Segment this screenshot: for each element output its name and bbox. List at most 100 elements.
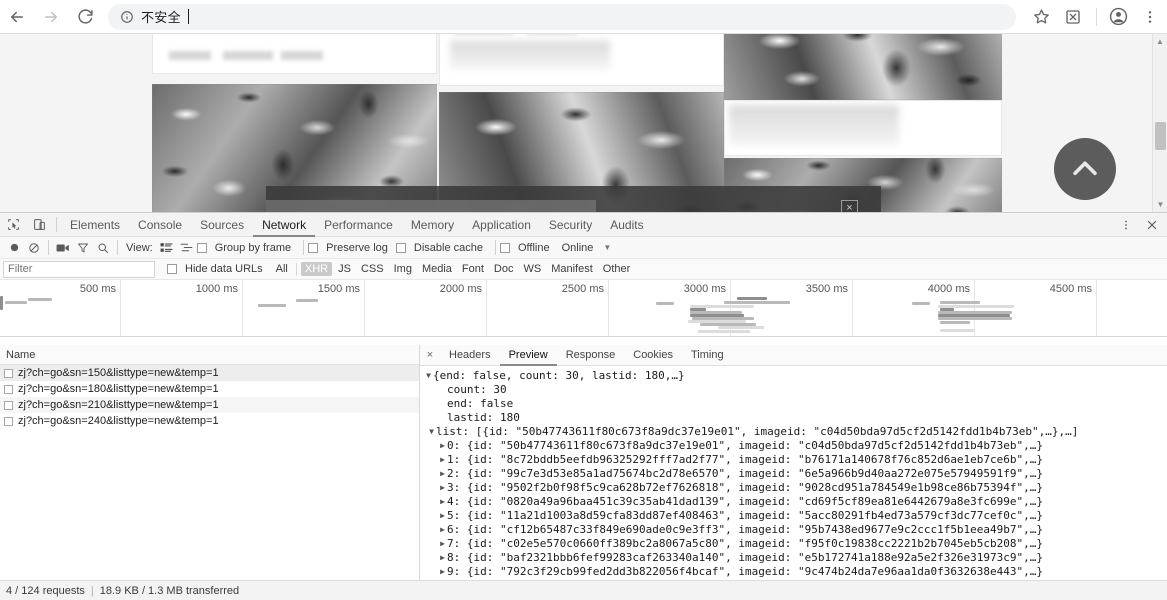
reload-button[interactable]	[68, 0, 102, 34]
page-scrollbar[interactable]: ▲ ▼	[1152, 34, 1167, 212]
row-checkbox[interactable]	[4, 416, 13, 426]
address-bar[interactable]: 不安全	[108, 3, 1016, 30]
filter-type-js[interactable]: JS	[334, 262, 355, 276]
bookmark-star-icon[interactable]	[1026, 2, 1056, 32]
table-row[interactable]: zj?ch=go&sn=210&listtype=new&temp=1	[0, 397, 419, 413]
devtools-tab-sources[interactable]: Sources	[191, 213, 253, 237]
json-row[interactable]: {end: false, count: 30, lastid: 180,…}	[424, 369, 1167, 383]
json-row[interactable]: 2: {id: "99c7e3d53e85a1ad75674bc2d78e657…	[424, 467, 1167, 481]
offline-checkbox[interactable]: Offline	[499, 242, 554, 254]
scroll-down-arrow-icon[interactable]: ▼	[1153, 197, 1167, 212]
hide-data-urls-checkbox[interactable]: Hide data URLs	[167, 263, 267, 275]
detail-tab-preview[interactable]: Preview	[499, 345, 557, 366]
record-button-icon[interactable]	[4, 238, 24, 258]
filter-type-font[interactable]: Font	[458, 262, 488, 276]
devtools-tab-elements[interactable]: Elements	[61, 213, 129, 237]
devtools-tab-memory[interactable]: Memory	[402, 213, 463, 237]
filter-type-img[interactable]: Img	[390, 262, 416, 276]
banner-close-icon[interactable]: ×	[841, 200, 858, 212]
row-checkbox[interactable]	[4, 368, 13, 378]
group-by-frame-checkbox[interactable]: Group by frame	[196, 242, 295, 254]
json-row[interactable]: 9: {id: "792c3f29cb99fed2dd3b822056f4bca…	[424, 565, 1167, 579]
json-row[interactable]: list: [{id: "50b47743611f80c673f8a9dc37e…	[424, 425, 1167, 439]
detail-tab-response[interactable]: Response	[557, 345, 625, 366]
expand-triangle-icon[interactable]	[438, 495, 447, 509]
disable-cache-checkbox[interactable]: Disable cache	[395, 242, 487, 254]
json-row[interactable]: 1: {id: "8c72bddb5eefdb96325292fff7ad2f7…	[424, 453, 1167, 467]
expand-triangle-icon[interactable]	[424, 369, 433, 383]
expand-triangle-icon[interactable]	[438, 509, 447, 523]
expand-triangle-icon[interactable]	[438, 537, 447, 551]
back-button[interactable]	[0, 0, 34, 34]
detail-tab-cookies[interactable]: Cookies	[624, 345, 682, 366]
profile-avatar-icon[interactable]	[1103, 2, 1133, 32]
page-scrollbar-thumb[interactable]	[1155, 122, 1166, 150]
scroll-up-arrow-icon[interactable]: ▲	[1153, 34, 1167, 49]
devtools-tab-audits[interactable]: Audits	[601, 213, 652, 237]
content-card[interactable]	[724, 100, 1002, 156]
json-row[interactable]: 0: {id: "50b47743611f80c673f8a9dc37e19e0…	[424, 439, 1167, 453]
json-row[interactable]: end: false	[424, 397, 1167, 411]
expand-triangle-icon[interactable]	[438, 439, 447, 453]
json-row[interactable]: 4: {id: "0820a49a96baa451c39c35ab41dad13…	[424, 495, 1167, 509]
content-card[interactable]	[152, 34, 437, 74]
toggle-device-toolbar-icon[interactable]	[26, 213, 52, 237]
json-row[interactable]: count: 30	[424, 383, 1167, 397]
table-row[interactable]: zj?ch=go&sn=180&listtype=new&temp=1	[0, 381, 419, 397]
json-row[interactable]: 8: {id: "baf2321bbb6fef99283caf263340a14…	[424, 551, 1167, 565]
filter-input[interactable]	[3, 260, 155, 278]
filter-funnel-icon[interactable]	[73, 238, 93, 258]
expand-triangle-icon[interactable]	[438, 523, 447, 537]
json-row[interactable]: 6: {id: "cf12b65487c33f849e690ade0c9e3ff…	[424, 523, 1167, 537]
json-row[interactable]: 5: {id: "11a21d1003a8d59cfa83dd87ef40846…	[424, 509, 1167, 523]
network-timeline-overview[interactable]: 500 ms 1000 ms 1500 ms 2000 ms 2500 ms 3…	[0, 280, 1167, 337]
throttling-value-label[interactable]: Online	[562, 242, 594, 254]
view-list-icon[interactable]	[157, 238, 177, 258]
chevron-down-icon[interactable]: ▼	[603, 243, 611, 252]
view-waterfall-icon[interactable]	[177, 238, 197, 258]
table-row[interactable]: zj?ch=go&sn=240&listtype=new&temp=1	[0, 413, 419, 429]
row-checkbox[interactable]	[4, 384, 13, 394]
expand-triangle-icon[interactable]	[438, 453, 447, 467]
content-photo[interactable]	[724, 34, 1002, 100]
expand-triangle-icon[interactable]	[438, 467, 447, 481]
filter-type-media[interactable]: Media	[418, 262, 456, 276]
filter-type-xhr[interactable]: XHR	[300, 262, 333, 276]
preserve-log-checkbox[interactable]: Preserve log	[308, 242, 392, 254]
page-overlay-banner[interactable]: ×	[266, 186, 881, 212]
devtools-close-icon[interactable]	[1139, 213, 1165, 237]
clear-button-icon[interactable]	[24, 238, 44, 258]
json-row[interactable]: 7: {id: "c02e5e570c0660ff389bc2a8067a5c8…	[424, 537, 1167, 551]
devtools-tab-network[interactable]: Network	[253, 213, 316, 237]
filter-type-manifest[interactable]: Manifest	[547, 262, 597, 276]
devtools-tab-security[interactable]: Security	[540, 213, 601, 237]
json-preview-tree[interactable]: {end: false, count: 30, lastid: 180,…} c…	[420, 366, 1167, 580]
forward-button[interactable]	[34, 0, 68, 34]
detail-tab-headers[interactable]: Headers	[440, 345, 500, 366]
detail-tab-timing[interactable]: Timing	[682, 345, 733, 366]
scroll-to-top-button[interactable]	[1054, 138, 1116, 200]
detail-close-icon[interactable]: ×	[420, 345, 440, 365]
devtools-tab-application[interactable]: Application	[463, 213, 540, 237]
filter-type-css[interactable]: CSS	[357, 262, 388, 276]
filter-type-other[interactable]: Other	[599, 262, 635, 276]
devtools-tab-console[interactable]: Console	[129, 213, 191, 237]
capture-screenshots-icon[interactable]	[53, 238, 73, 258]
search-icon[interactable]	[93, 238, 113, 258]
table-row[interactable]: zj?ch=go&sn=150&listtype=new&temp=1	[0, 365, 419, 381]
expand-triangle-icon[interactable]	[438, 565, 447, 579]
expand-triangle-icon[interactable]	[438, 551, 447, 565]
extension-icon[interactable]	[1058, 2, 1088, 32]
browser-menu-icon[interactable]	[1135, 2, 1165, 32]
webpage-viewport[interactable]: × ▲ ▼	[0, 34, 1167, 212]
row-checkbox[interactable]	[4, 400, 13, 410]
expand-triangle-icon[interactable]	[438, 481, 447, 495]
devtools-more-options-icon[interactable]	[1113, 213, 1139, 237]
content-card[interactable]	[439, 34, 724, 86]
inspect-element-icon[interactable]	[0, 213, 26, 237]
filter-type-ws[interactable]: WS	[519, 262, 545, 276]
column-header-name[interactable]: Name	[6, 349, 35, 361]
json-row[interactable]: 3: {id: "9502f2b0f98f5c9ca628b72ef762681…	[424, 481, 1167, 495]
filter-type-all[interactable]: All	[272, 262, 292, 276]
filter-type-doc[interactable]: Doc	[490, 262, 518, 276]
